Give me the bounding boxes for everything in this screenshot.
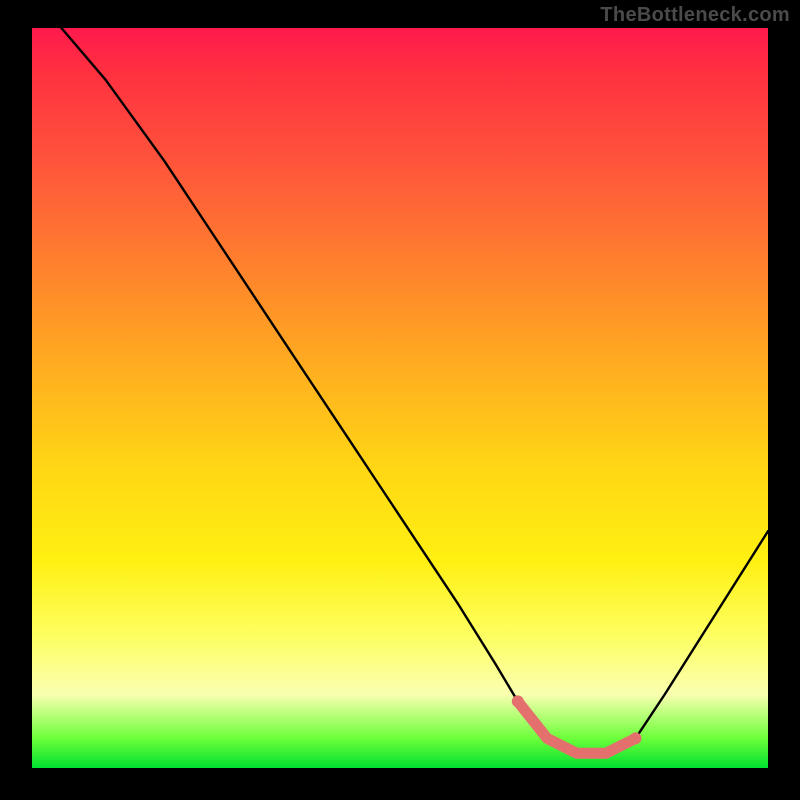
- highlight-end-dot: [512, 695, 524, 707]
- plot-area: [32, 28, 768, 768]
- curve-layer: [32, 28, 768, 768]
- watermark-text: TheBottleneck.com: [600, 4, 790, 27]
- highlight-end-dot: [630, 732, 642, 744]
- chart-stage: TheBottleneck.com: [0, 0, 800, 800]
- bottleneck-curve: [61, 28, 768, 753]
- flat-bottom-highlight: [518, 701, 636, 753]
